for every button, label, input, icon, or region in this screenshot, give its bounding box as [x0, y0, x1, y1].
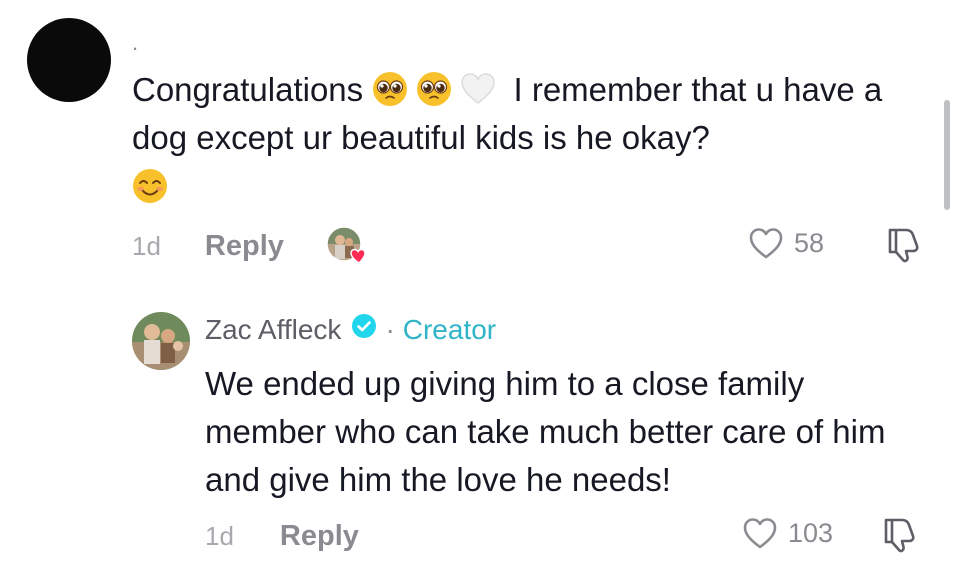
commenter-avatar[interactable]: [27, 18, 111, 102]
reply-meta-row: 1d Reply: [205, 516, 359, 556]
reply-dislike-button[interactable]: [880, 516, 918, 559]
white-heart-emoji: [460, 71, 496, 107]
heart-outline-icon: [742, 516, 778, 550]
reply-header: Zac Affleck · Creator: [205, 313, 496, 347]
reply-reply-button[interactable]: Reply: [280, 520, 359, 553]
liked-heart-icon: [350, 248, 366, 264]
reply-like-button[interactable]: 103: [742, 516, 833, 550]
comment-reply-button[interactable]: Reply: [205, 230, 284, 263]
comment-timestamp: 1d: [132, 230, 161, 261]
pleading-face-emoji: [372, 71, 408, 107]
reply-text: We ended up giving him to a close family…: [205, 365, 886, 498]
pleading-face-emoji: [416, 71, 452, 107]
liked-by-creator-avatar: [326, 226, 366, 264]
reply-timestamp: 1d: [205, 520, 234, 551]
verified-badge-icon: [351, 313, 377, 347]
reply-like-count: 103: [788, 517, 834, 548]
comment-like-count: 58: [794, 227, 825, 258]
heart-outline-icon: [748, 226, 784, 260]
thumbs-down-icon: [880, 518, 918, 558]
thumbs-down-icon: [884, 228, 922, 268]
dislike-button[interactable]: [884, 226, 922, 269]
creator-name[interactable]: Zac Affleck: [205, 313, 341, 347]
header-separator: ·: [385, 314, 395, 345]
comment-text-start: Congratulations: [132, 71, 364, 108]
comment-text: Congratulations I remember that u have a…: [132, 66, 912, 211]
comment-meta-row: 1d Reply: [132, 226, 284, 266]
comment-thread: . Congratulations I remember that u have…: [0, 0, 960, 578]
commenter-username[interactable]: .: [132, 30, 138, 56]
creator-avatar[interactable]: [132, 312, 190, 370]
scrollbar-thumb[interactable]: [944, 100, 950, 210]
creator-badge: Creator: [402, 314, 497, 345]
comment-like-button[interactable]: 58: [748, 226, 824, 260]
smiling-face-emoji: [132, 168, 168, 204]
